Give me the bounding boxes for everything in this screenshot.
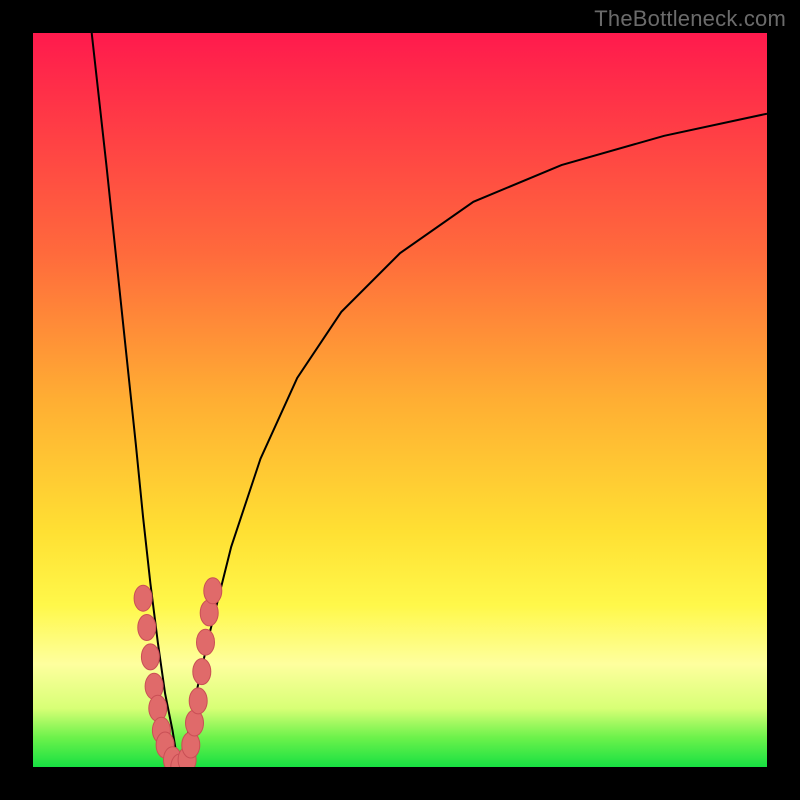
marker-point (134, 585, 152, 611)
marker-point (141, 644, 159, 670)
marker-point (189, 688, 207, 714)
marker-point (193, 659, 211, 685)
watermark-label: TheBottleneck.com (594, 6, 786, 32)
marker-group (134, 578, 222, 767)
marker-point (197, 629, 215, 655)
chart-frame: TheBottleneck.com (0, 0, 800, 800)
curve-left (92, 33, 180, 767)
marker-point (200, 600, 218, 626)
curve-right (180, 114, 767, 767)
marker-point (138, 615, 156, 641)
marker-point (204, 578, 222, 604)
plot-area (33, 33, 767, 767)
chart-svg (33, 33, 767, 767)
